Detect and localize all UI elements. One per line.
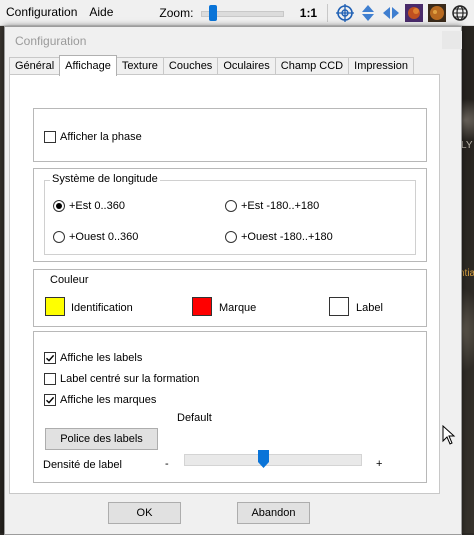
- label-centre-checkbox[interactable]: [44, 373, 56, 385]
- tab-impression[interactable]: Impression: [348, 57, 414, 75]
- marque-color-swatch[interactable]: [192, 297, 212, 316]
- affiche-labels-checkbox[interactable]: [44, 352, 56, 364]
- longitude-groupbox: Système de longitude +Est 0..360 +Est -1…: [44, 173, 416, 255]
- labels-panel: Affiche les labels Label centré sur la f…: [33, 331, 427, 483]
- phase-checkbox[interactable]: [44, 131, 56, 143]
- couleur-panel: Couleur Identification Marque Label: [33, 269, 427, 327]
- zoom-slider[interactable]: [201, 4, 284, 21]
- couleur-title: Couleur: [50, 274, 89, 286]
- affiche-marques-label: Affiche les marques: [60, 394, 157, 406]
- font-default-text: Default: [177, 412, 212, 424]
- longitude-panel: Système de longitude +Est 0..360 +Est -1…: [33, 168, 427, 262]
- affiche-marques-checkbox[interactable]: [44, 394, 56, 406]
- identification-color-swatch[interactable]: [45, 297, 65, 316]
- ok-button[interactable]: OK: [108, 502, 181, 524]
- zoom-label: Zoom:: [159, 5, 194, 20]
- density-minus: -: [165, 458, 169, 470]
- radio-label: +Est 0..360: [69, 200, 125, 212]
- radio-est-180[interactable]: +Est -180..+180: [225, 200, 319, 212]
- radio-ouest-180[interactable]: +Ouest -180..+180: [225, 231, 333, 243]
- density-slider-thumb[interactable]: [258, 450, 269, 468]
- radio-button[interactable]: [53, 231, 65, 243]
- radio-est-360[interactable]: +Est 0..360: [53, 200, 125, 212]
- radio-label: +Est -180..+180: [241, 200, 320, 212]
- label-color-swatch[interactable]: [329, 297, 349, 316]
- radio-label: +Ouest -180..+180: [241, 231, 333, 243]
- density-label: Densité de label: [43, 459, 122, 471]
- tab-couches[interactable]: Couches: [162, 57, 219, 75]
- density-plus: +: [376, 458, 383, 470]
- phase-checkbox-row[interactable]: Afficher la phase: [44, 131, 142, 143]
- crosshair-icon[interactable]: [336, 3, 354, 23]
- tab-oculaires[interactable]: Oculaires: [217, 57, 276, 75]
- zoom-thumb[interactable]: [209, 4, 218, 21]
- dialog-close-button[interactable]: [442, 31, 462, 49]
- label-label: Label: [356, 302, 383, 314]
- flip-vertical-icon[interactable]: [359, 3, 377, 23]
- affiche-labels-row[interactable]: Affiche les labels: [44, 352, 142, 364]
- background-label: LY: [461, 140, 473, 151]
- radio-label: +Ouest 0..360: [69, 231, 139, 243]
- tab-texture[interactable]: Texture: [115, 57, 164, 75]
- density-slider-track[interactable]: [184, 454, 362, 466]
- affiche-labels-label: Affiche les labels: [60, 352, 143, 364]
- mouse-cursor-icon: [442, 425, 456, 445]
- radio-button[interactable]: [225, 231, 237, 243]
- planet-image-icon[interactable]: [428, 3, 446, 23]
- dialog-title: Configuration: [15, 34, 87, 48]
- tab-general[interactable]: Général: [9, 57, 61, 75]
- tab-champ-ccd[interactable]: Champ CCD: [274, 57, 350, 75]
- radio-button[interactable]: [53, 200, 65, 212]
- globe-icon[interactable]: [451, 3, 469, 23]
- menu-configuration[interactable]: Configuration: [0, 0, 83, 25]
- radio-button[interactable]: [225, 200, 237, 212]
- phase-label: Afficher la phase: [60, 131, 142, 143]
- affiche-marques-row[interactable]: Affiche les marques: [44, 394, 156, 406]
- configuration-dialog: Configuration Général Affichage Texture …: [4, 26, 462, 535]
- label-centre-row[interactable]: Label centré sur la formation: [44, 373, 199, 385]
- flip-horizontal-icon[interactable]: [382, 3, 400, 23]
- dialog-footer: OK Abandon: [9, 494, 457, 534]
- tab-content: Afficher la phase Système de longitude +…: [9, 74, 440, 494]
- label-centre-label: Label centré sur la formation: [60, 373, 200, 385]
- zoom-ratio-button[interactable]: 1:1: [300, 6, 317, 20]
- toolbar-separator: [327, 3, 328, 22]
- cancel-button[interactable]: Abandon: [237, 502, 310, 524]
- tab-bar: Général Affichage Texture Couches Oculai…: [9, 55, 414, 76]
- moon-image-icon[interactable]: [405, 3, 423, 23]
- menu-bar: Configuration Aide Zoom: 1:1: [0, 0, 474, 26]
- tab-affichage[interactable]: Affichage: [59, 55, 117, 76]
- longitude-legend: Système de longitude: [50, 173, 160, 185]
- radio-ouest-360[interactable]: +Ouest 0..360: [53, 231, 138, 243]
- menu-aide[interactable]: Aide: [83, 0, 119, 25]
- phase-panel: Afficher la phase: [33, 108, 427, 162]
- marque-label: Marque: [219, 302, 257, 314]
- identification-label: Identification: [71, 302, 133, 314]
- police-labels-button[interactable]: Police des labels: [45, 428, 158, 450]
